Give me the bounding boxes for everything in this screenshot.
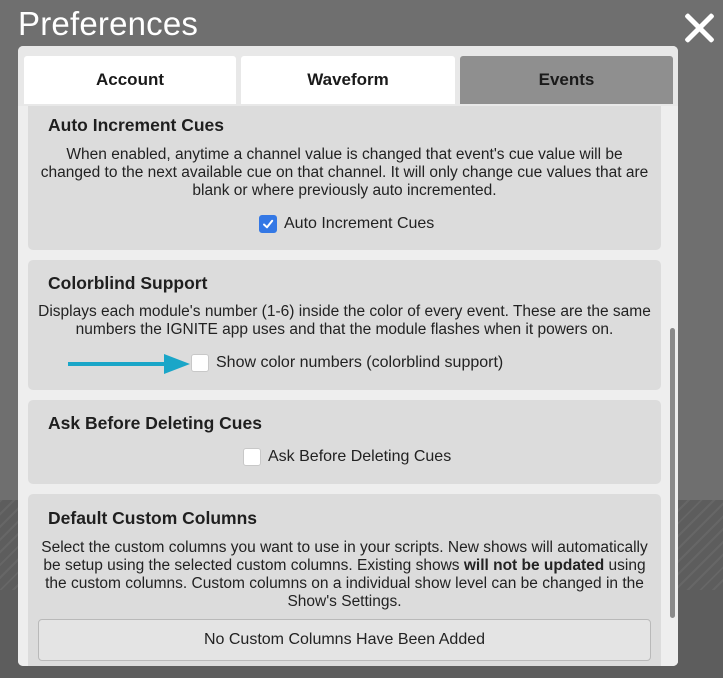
dialog-title: Preferences: [18, 5, 199, 42]
auto-increment-checkbox[interactable]: [259, 215, 277, 233]
section-title: Ask Before Deleting Cues: [48, 413, 262, 433]
custom-columns-card: Default Custom Columns Select the custom…: [28, 494, 661, 666]
scrollbar-thumb[interactable]: [670, 328, 675, 618]
auto-increment-card: Auto Increment Cues When enabled, anytim…: [28, 106, 661, 250]
colorblind-option: Show color numbers (colorblind support): [191, 354, 503, 372]
section-title: Colorblind Support: [48, 273, 208, 293]
section-title: Default Custom Columns: [48, 508, 258, 528]
check-icon: [263, 219, 274, 229]
tab-waveform[interactable]: Waveform: [241, 56, 455, 104]
ask-delete-option: Ask Before Deleting Cues: [243, 448, 451, 466]
section-title: Auto Increment Cues: [48, 115, 224, 135]
tab-account[interactable]: Account: [24, 56, 236, 104]
events-settings-content: Auto Increment Cues When enabled, anytim…: [18, 106, 678, 666]
auto-increment-option: Auto Increment Cues: [259, 215, 434, 233]
section-description: Select the custom columns you want to us…: [38, 539, 651, 611]
checkbox-label[interactable]: Auto Increment Cues: [284, 215, 434, 233]
ask-delete-card: Ask Before Deleting Cues Ask Before Dele…: [28, 400, 661, 484]
tab-events[interactable]: Events: [460, 56, 673, 104]
section-description: When enabled, anytime a channel value is…: [40, 146, 649, 199]
checkbox-label[interactable]: Ask Before Deleting Cues: [268, 448, 451, 466]
checkbox-label[interactable]: Show color numbers (colorblind support): [216, 354, 503, 372]
no-custom-columns-box: No Custom Columns Have Been Added: [38, 619, 651, 661]
close-icon[interactable]: [682, 11, 718, 47]
desc-bold: will not be updated: [463, 557, 605, 574]
scrollbar[interactable]: [666, 106, 678, 666]
ask-delete-checkbox[interactable]: [243, 448, 261, 466]
tab-bar: Account Waveform Events: [18, 46, 678, 106]
section-description: Displays each module's number (1-6) insi…: [38, 303, 651, 338]
colorblind-checkbox[interactable]: [191, 354, 209, 372]
arrow-right-icon: [68, 354, 190, 374]
